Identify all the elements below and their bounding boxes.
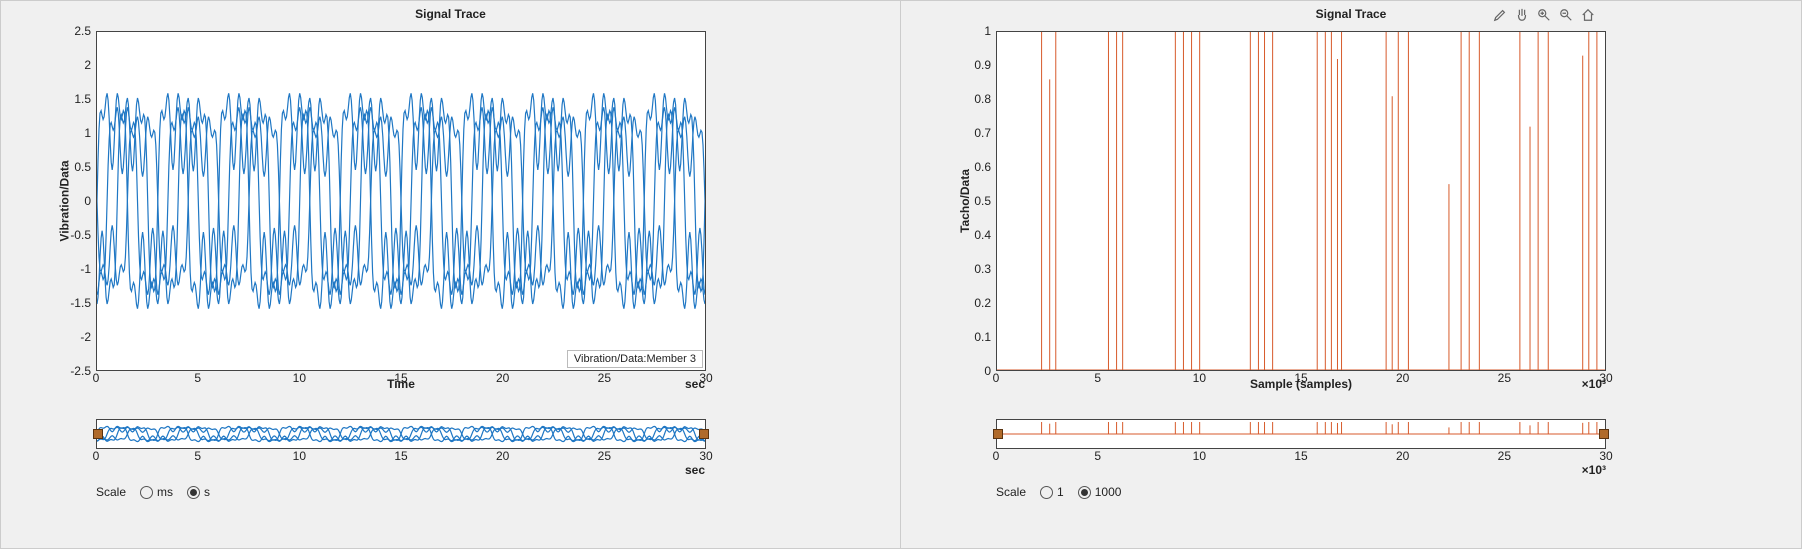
vibration-plot-svg [97,32,705,370]
y-axis-ticks: 00.10.20.30.40.50.60.70.80.91 [961,31,993,371]
tick-label: 5 [194,449,201,463]
tacho-plot-svg [997,32,1605,370]
tick-label: 25 [1498,449,1511,463]
pan-icon[interactable] [1514,7,1530,23]
overview-svg [97,420,705,448]
main-plot-area[interactable]: Vibration/Data:Member 3 [96,31,706,371]
scale-option-s[interactable]: s [187,485,210,499]
overview-x-ticks: 051015202530 [96,449,706,465]
overview-x-ticks: 051015202530 [996,449,1606,465]
tick-label: 0.5 [961,194,991,208]
tick-label: 10 [293,449,306,463]
series-annotation: Vibration/Data:Member 3 [567,350,703,368]
tick-label: 30 [699,449,712,463]
x-axis-unit: ×10³ [1582,377,1606,391]
scale-radio-s[interactable] [187,486,200,499]
overview-unit: ×10³ [1582,463,1606,477]
tick-label: 0 [993,449,1000,463]
x-axis-unit: sec [685,377,705,391]
tick-label: 2 [61,58,91,72]
tick-label: 15 [394,449,407,463]
range-handle-left[interactable] [993,429,1003,439]
tick-label: 20 [496,449,509,463]
left-panel: Signal Trace Vibration/Data -2.5-2-1.5-1… [0,0,901,549]
tick-label: 0.9 [961,58,991,72]
plot-toolbar [1492,7,1596,23]
x-axis-label: Sample (samples) [996,377,1606,391]
y-axis-ticks: -2.5-2-1.5-1-0.500.511.522.5 [61,31,93,371]
overview-plot[interactable] [996,419,1606,449]
tick-label: 2.5 [61,24,91,38]
scale-label: Scale [996,485,1026,499]
chart-title: Signal Trace [901,7,1801,21]
overview-svg [997,420,1605,448]
tick-label: 0.4 [961,228,991,242]
tick-label: 0 [93,449,100,463]
scale-row: Scale ms s [96,485,210,499]
tick-label: 0.7 [961,126,991,140]
tick-label: 0 [61,194,91,208]
tick-label: 30 [1599,449,1612,463]
tick-label: 0.5 [61,160,91,174]
tick-label: -1.5 [61,296,91,310]
overview-unit: sec [685,463,705,477]
tick-label: -2.5 [61,364,91,378]
x-axis-label: Time [96,377,706,391]
chart-title: Signal Trace [1,7,900,21]
tick-label: 0.2 [961,296,991,310]
tick-label: 1 [961,24,991,38]
tick-label: 0.3 [961,262,991,276]
tick-label: -0.5 [61,228,91,242]
tick-label: 25 [598,449,611,463]
zoom-out-icon[interactable] [1558,7,1574,23]
tick-label: -1 [61,262,91,276]
tick-label: 20 [1396,449,1409,463]
home-icon[interactable] [1580,7,1596,23]
scale-option-1[interactable]: 1 [1040,485,1064,499]
range-handle-right[interactable] [1599,429,1609,439]
scale-radio-1[interactable] [1040,486,1053,499]
scale-radio-ms[interactable] [140,486,153,499]
tick-label: 10 [1193,449,1206,463]
tick-label: 0 [961,364,991,378]
right-panel: Signal Trace Tacho/Data 00.10.20.30.40.5… [901,0,1802,549]
scale-option-ms[interactable]: ms [140,485,173,499]
tick-label: 0.1 [961,330,991,344]
scale-row: Scale 1 1000 [996,485,1121,499]
scale-label: Scale [96,485,126,499]
scale-option-1000[interactable]: 1000 [1078,485,1122,499]
tick-label: 15 [1294,449,1307,463]
tick-label: 0.8 [961,92,991,106]
scale-radio-1000[interactable] [1078,486,1091,499]
zoom-in-icon[interactable] [1536,7,1552,23]
tick-label: 0.6 [961,160,991,174]
brush-icon[interactable] [1492,7,1508,23]
tick-label: 1 [61,126,91,140]
range-handle-right[interactable] [699,429,709,439]
main-plot-area[interactable] [996,31,1606,371]
tick-label: 1.5 [61,92,91,106]
range-handle-left[interactable] [93,429,103,439]
overview-plot[interactable] [96,419,706,449]
tick-label: -2 [61,330,91,344]
tick-label: 5 [1094,449,1101,463]
